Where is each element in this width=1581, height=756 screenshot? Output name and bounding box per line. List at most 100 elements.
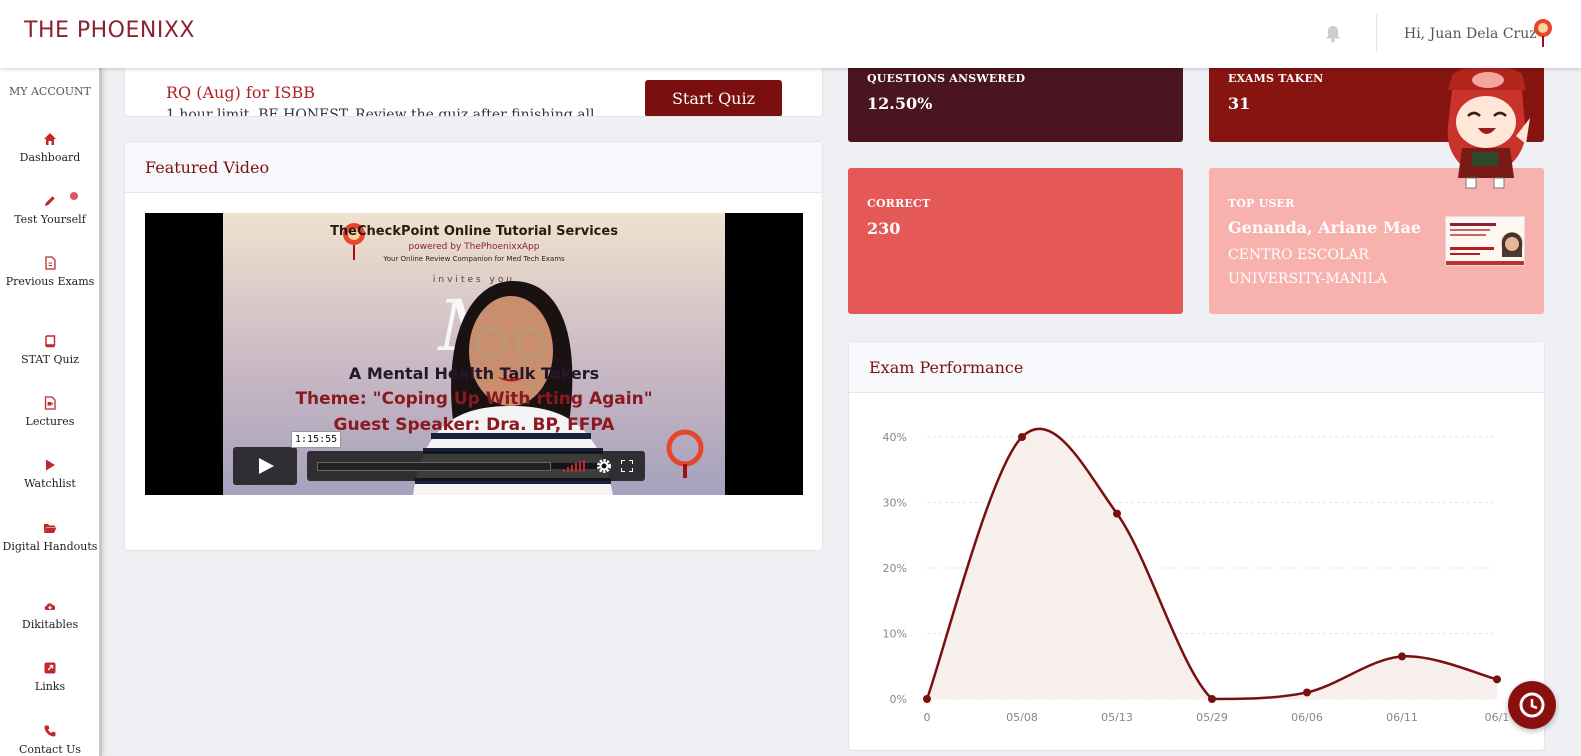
frame-talk: A Mental Health Talk Takers (348, 364, 600, 383)
sidebar-item-label: Dashboard (19, 151, 81, 164)
my-account-label: MY ACCOUNT (8, 85, 92, 98)
sidebar-item-label: Watchlist (24, 477, 76, 490)
play-icon (259, 458, 274, 474)
exam-performance-chart: 0% 10% 20% 30% 40% 0 05/08 05/13 05/29 06/06 06/1… (883, 427, 1510, 724)
start-quiz-button[interactable]: Start Quiz (645, 80, 782, 116)
clock-icon (1519, 692, 1545, 718)
frame-powered: powered by ThePhoenixxApp (408, 242, 540, 252)
top-user-name: Genanda, Ariane Mae (1228, 218, 1422, 237)
sidebar-item-dikitables[interactable]: Dikitables (0, 599, 99, 632)
app-logo[interactable]: THE PHOENIXX (24, 18, 195, 43)
cloud-download-icon (44, 603, 56, 610)
top-user-photo (1445, 216, 1525, 266)
sidebar-item-label: Links (34, 680, 66, 693)
chart-data-point[interactable] (1208, 695, 1216, 703)
header-divider (1376, 14, 1377, 52)
user-greeting[interactable]: Hi, Juan Dela Cruz (1404, 26, 1537, 42)
x-tick-label: 0 (924, 711, 931, 724)
video-timestamp: 1:15:55 (291, 431, 342, 448)
book-icon (45, 335, 56, 348)
watermark-logo-icon (666, 429, 704, 478)
sidebar-item-previous-exams[interactable]: Previous Exams (0, 256, 99, 289)
y-tick-label: 40% (883, 431, 907, 444)
exam-performance-card: Exam Performance 0% 10% 20% 30% 40% 0 05/08 05… (848, 341, 1545, 751)
exam-performance-heading: Exam Performance (849, 342, 1544, 393)
folder-open-icon (44, 524, 57, 533)
frame-theme: Theme: "Coping Up With rting Again" (295, 389, 653, 409)
correct-label: CORRECT (867, 197, 931, 210)
mascot-character (1447, 66, 1530, 189)
top-header: THE PHOENIXX Hi, Juan Dela Cruz (0, 0, 1581, 68)
sidebar-item-stat-quiz[interactable]: STAT Quiz (0, 334, 99, 367)
x-tick-label: 05/08 (1006, 711, 1038, 724)
settings-gear-icon[interactable] (596, 458, 612, 474)
sidebar-item-label: Dikitables (21, 618, 79, 631)
sidebar-item-label: Digital Handouts (2, 540, 98, 553)
questions-answered-tile: QUESTIONS ANSWERED 12.50% (848, 62, 1183, 142)
notification-dot (70, 192, 78, 200)
chart-data-point[interactable] (1018, 433, 1026, 441)
sidebar-item-lectures[interactable]: Lectures (0, 396, 99, 429)
chart-data-point[interactable] (1398, 652, 1406, 661)
video-player[interactable]: TheCheckPoint Online Tutorial Services p… (145, 213, 803, 495)
frame-subtitle: Your Online Review Companion for Med Tec… (383, 255, 565, 263)
correct-tile: CORRECT 230 (848, 168, 1183, 314)
x-tick-label: 06/11 (1386, 711, 1418, 724)
quiz-card: RQ (Aug) for ISBB 1 hour limit. BE HONES… (124, 62, 823, 117)
video-controls: 1:15:55 (233, 431, 645, 485)
history-fab-button[interactable] (1508, 681, 1556, 729)
chart-area-fill (927, 428, 1497, 699)
pencil-icon (45, 196, 55, 206)
quiz-title[interactable]: RQ (Aug) for ISBB (166, 83, 315, 102)
user-avatar-icon[interactable] (1532, 18, 1554, 48)
top-user-photo-graphic (1446, 217, 1524, 265)
logo-text: THE PHOENIXX (24, 18, 195, 43)
sidebar-item-test-yourself[interactable]: Test Yourself (0, 194, 99, 227)
top-user-label: TOP USER (1228, 197, 1295, 210)
document-icon (45, 256, 56, 270)
video-control-bar (307, 451, 645, 481)
quiz-description: 1 hour limit. BE HONEST. Review the quiz… (166, 107, 595, 117)
sidebar-item-label: STAT Quiz (21, 353, 79, 366)
sidebar-item-watchlist[interactable]: Watchlist (0, 458, 99, 491)
chart-data-point[interactable] (1113, 509, 1121, 518)
top-user-school: CENTRO ESCOLAR UNIVERSITY-MANILA (1228, 247, 1387, 287)
sidebar-item-digital-handouts[interactable]: Digital Handouts (0, 521, 99, 554)
y-tick-label: 0% (890, 693, 907, 706)
sidebar-item-label: Previous Exams (5, 275, 95, 288)
sidebar-item-label: Lectures (25, 415, 75, 428)
y-tick-label: 10% (883, 628, 907, 641)
y-tick-label: 30% (883, 497, 907, 510)
phone-icon (44, 725, 56, 737)
external-link-icon (44, 662, 56, 674)
x-tick-label: 05/29 (1196, 711, 1228, 724)
fullscreen-icon[interactable] (621, 460, 633, 472)
questions-answered-value: 12.50% (867, 94, 933, 113)
video-play-button[interactable] (233, 447, 297, 485)
video-progress-track[interactable] (317, 462, 551, 471)
x-tick-label: 06/06 (1291, 711, 1323, 724)
sidebar-item-label: Test Yourself (14, 213, 86, 226)
chart-data-point[interactable] (923, 695, 931, 703)
chart-data-point[interactable] (1303, 688, 1311, 697)
home-icon (44, 133, 56, 145)
featured-video-heading: Featured Video (125, 142, 822, 193)
video-file-icon (44, 396, 56, 410)
frame-title: TheCheckPoint Online Tutorial Services (330, 224, 618, 239)
bell-icon[interactable] (1325, 25, 1341, 43)
exams-taken-label: EXAMS TAKEN (1228, 72, 1324, 85)
correct-value: 230 (867, 219, 901, 238)
sidebar-item-dashboard[interactable]: Dashboard (0, 132, 99, 165)
exams-taken-value: 31 (1228, 94, 1251, 113)
volume-icon[interactable] (563, 460, 587, 472)
sidebar-item-contact-us[interactable]: Contact Us (0, 724, 99, 756)
sidebar-item-links[interactable]: Links (0, 661, 99, 694)
sidebar: MY ACCOUNT Dashboard Test Yourself Previ… (0, 68, 102, 756)
x-tick-label: 06/1 (1485, 711, 1510, 724)
x-tick-label: 05/13 (1101, 711, 1133, 724)
sidebar-item-label: Contact Us (18, 743, 82, 756)
y-tick-label: 20% (883, 562, 907, 575)
play-icon (46, 459, 55, 471)
chart-data-point[interactable] (1493, 675, 1501, 684)
featured-video-card: Featured Video TheCheckPoint Online Tuto… (124, 141, 823, 551)
